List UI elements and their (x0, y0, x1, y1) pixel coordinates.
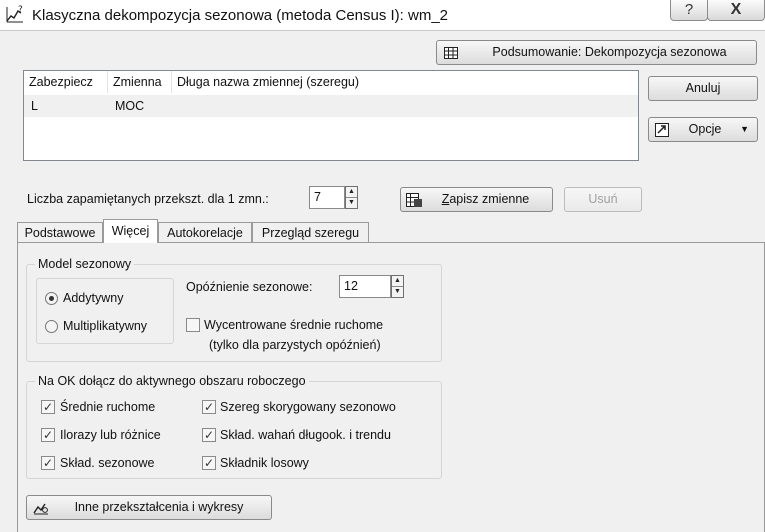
other-transforms-button[interactable]: Inne przekształcenia i wykresy (26, 495, 272, 520)
table-row[interactable]: L MOC (24, 95, 638, 117)
moving-averages-checkbox[interactable]: ✓ (41, 400, 55, 414)
stepper-up-icon[interactable]: ▲ (346, 187, 357, 198)
seasonal-lag-value: 12 (344, 279, 358, 293)
ratios-label[interactable]: Ilorazy lub różnice (60, 428, 161, 442)
irregular-component-checkbox[interactable]: ✓ (202, 456, 216, 470)
other-transforms-label: Inne przekształcenia i wykresy (74, 500, 244, 514)
close-button[interactable]: X (707, 0, 765, 21)
summary-button[interactable]: Podsumowanie: Dekompozycja sezonowa (436, 40, 757, 65)
options-button[interactable]: Opcje ▼ (648, 117, 758, 142)
table-icon (444, 46, 458, 59)
remembered-stepper[interactable]: ▲ ▼ (345, 186, 358, 209)
help-button[interactable]: ? (670, 0, 708, 21)
seasonal-component-label[interactable]: Skład. sezonowe (60, 456, 155, 470)
additive-radio[interactable] (45, 292, 58, 305)
delete-button[interactable]: Usuń (564, 187, 642, 212)
model-radio-box (36, 278, 174, 344)
multiplicative-label[interactable]: Multiplikatywny (63, 319, 147, 333)
seasonal-component-checkbox[interactable]: ✓ (41, 456, 55, 470)
title-bar: ? Klasyczna dekompozycja sezonowa (metod… (0, 0, 765, 31)
col-header-variable[interactable]: Zmienna (108, 71, 172, 93)
chart-help-icon: ? (6, 5, 23, 23)
seasonally-adjusted-checkbox[interactable]: ✓ (202, 400, 216, 414)
stepper-down-icon[interactable]: ▼ (392, 287, 403, 297)
remembered-input[interactable]: 7 (309, 186, 345, 209)
seasonal-model-label: Model sezonowy (35, 257, 135, 271)
chevron-down-icon: ▼ (740, 124, 749, 134)
on-ok-label: Na OK dołącz do aktywnego obszaru robocz… (35, 374, 309, 388)
options-label: Opcje (688, 122, 722, 136)
col-header-lock[interactable]: Zabezpiecz (24, 71, 108, 93)
window-title: Klasyczna dekompozycja sezonowa (metoda … (32, 7, 449, 24)
summary-label: Podsumowanie: Dekompozycja sezonowa (492, 45, 727, 59)
transform-icon (33, 503, 48, 514)
variables-list[interactable]: Zabezpiecz Zmienna Długa nazwa zmiennej … (23, 70, 639, 161)
cell-lock: L (31, 99, 38, 113)
save-vars-button[interactable]: Zapisz zmienne (400, 187, 553, 212)
remembered-value: 7 (314, 190, 321, 204)
options-icon (655, 122, 669, 137)
remembered-label: Liczba zapamiętanych przekszt. dla 1 zmn… (27, 192, 269, 206)
stepper-up-icon[interactable]: ▲ (392, 276, 403, 287)
additive-label[interactable]: Addytywny (63, 291, 123, 305)
centered-label[interactable]: Wycentrowane średnie ruchome (204, 318, 383, 332)
seasonal-lag-input[interactable]: 12 (339, 275, 391, 298)
trend-cycle-checkbox[interactable]: ✓ (202, 428, 216, 442)
svg-text:?: ? (18, 5, 23, 15)
irregular-component-label[interactable]: Składnik losowy (220, 456, 309, 470)
tab-more[interactable]: Więcej (103, 219, 158, 243)
save-vars-icon (406, 192, 422, 207)
seasonal-lag-label: Opóźnienie sezonowe: (186, 280, 313, 294)
stepper-down-icon[interactable]: ▼ (346, 198, 357, 208)
tab-basic[interactable]: Podstawowe (17, 222, 103, 243)
centered-note: (tylko dla parzystych opóźnień) (209, 338, 381, 352)
cell-variable: MOC (115, 99, 145, 113)
tab-autocorrelation[interactable]: Autokorelacje (158, 222, 252, 243)
centered-checkbox[interactable] (186, 318, 200, 332)
tab-series-review[interactable]: Przegląd szeregu (252, 222, 369, 243)
cell-long-name (172, 95, 179, 117)
save-vars-label: Zapisz zmienne (441, 192, 530, 206)
trend-cycle-label[interactable]: Skład. wahań długook. i trendu (220, 428, 391, 442)
ratios-checkbox[interactable]: ✓ (41, 428, 55, 442)
moving-averages-label[interactable]: Średnie ruchome (60, 400, 155, 414)
multiplicative-radio[interactable] (45, 320, 58, 333)
seasonally-adjusted-label[interactable]: Szereg skorygowany sezonowo (220, 400, 396, 414)
cancel-button[interactable]: Anuluj (648, 76, 758, 101)
col-header-long-name[interactable]: Długa nazwa zmiennej (szeregu) (172, 71, 638, 93)
seasonal-lag-stepper[interactable]: ▲ ▼ (391, 275, 404, 298)
